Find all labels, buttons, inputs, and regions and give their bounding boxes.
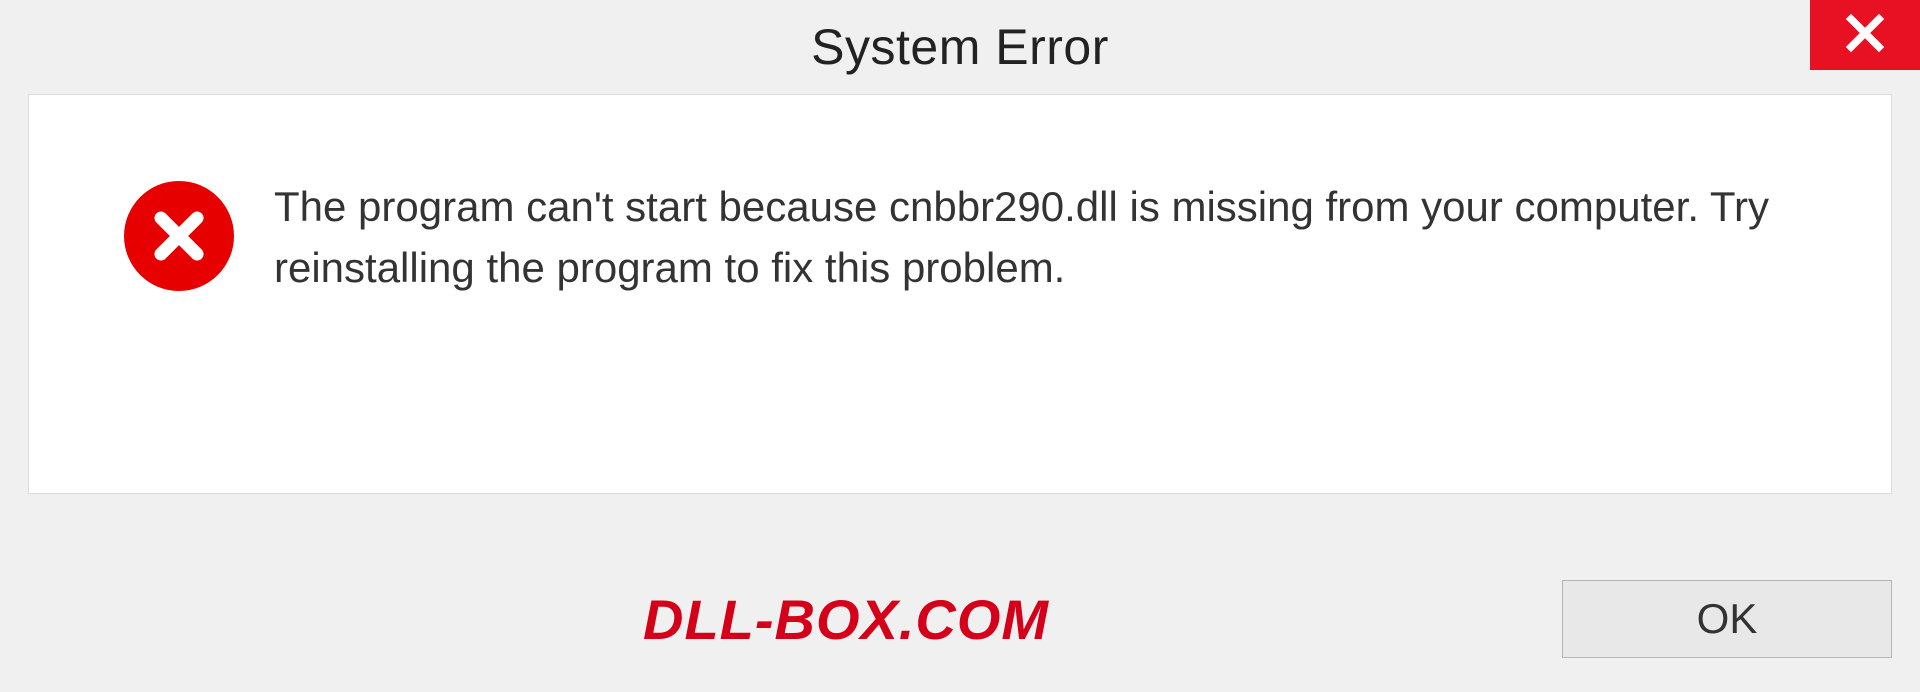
close-button[interactable] <box>1810 0 1920 70</box>
ok-button-label: OK <box>1697 595 1758 643</box>
titlebar: System Error <box>0 0 1920 94</box>
footer: DLL-BOX.COM OK <box>28 574 1892 664</box>
error-icon <box>124 181 234 291</box>
dialog-title: System Error <box>811 18 1109 76</box>
error-message: The program can't start because cnbbr290… <box>274 175 1831 299</box>
close-icon <box>1844 12 1886 59</box>
ok-button[interactable]: OK <box>1562 580 1892 658</box>
content-panel: The program can't start because cnbbr290… <box>28 94 1892 494</box>
watermark-text: DLL-BOX.COM <box>643 587 1049 652</box>
message-row: The program can't start because cnbbr290… <box>29 95 1891 299</box>
